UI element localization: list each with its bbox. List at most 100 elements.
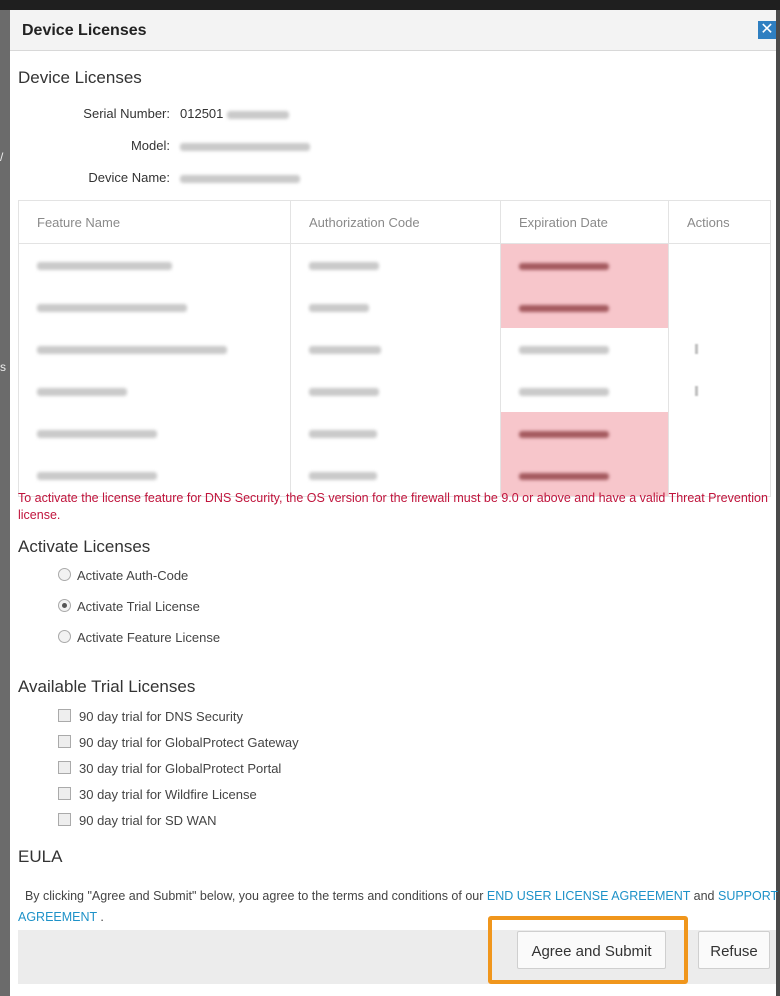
action-icon[interactable] bbox=[695, 343, 698, 354]
close-icon[interactable]: ✕ bbox=[758, 21, 776, 39]
table-row bbox=[18, 286, 771, 328]
background-top-bar bbox=[0, 0, 780, 10]
dns-security-warning: To activate the license feature for DNS … bbox=[18, 491, 768, 522]
radio-icon[interactable] bbox=[58, 568, 71, 581]
radio-selected-icon[interactable] bbox=[58, 599, 71, 612]
col-authorization-code[interactable]: Authorization Code bbox=[290, 200, 501, 244]
checkbox-label: 90 day trial for SD WAN bbox=[79, 813, 217, 828]
trial-globalprotect-gateway[interactable]: 90 day trial for GlobalProtect Gateway bbox=[58, 735, 299, 750]
serial-number-value: 012501 bbox=[180, 106, 290, 121]
model-row: Model: bbox=[10, 138, 710, 154]
expiration-cell bbox=[500, 328, 669, 370]
redacted-text bbox=[37, 304, 187, 313]
serial-number-text: 012501 bbox=[180, 106, 224, 121]
table-header-row: Feature Name Authorization Code Expirati… bbox=[18, 200, 771, 244]
checkbox-icon[interactable] bbox=[58, 787, 71, 800]
redacted-serial bbox=[227, 110, 290, 119]
checkbox-label: 30 day trial for GlobalProtect Portal bbox=[79, 761, 282, 776]
eula-text-before: By clicking "Agree and Submit" below, yo… bbox=[24, 889, 487, 903]
serial-number-row: Serial Number: 012501 bbox=[10, 106, 710, 122]
background-glyph: s bbox=[0, 360, 6, 374]
available-trial-licenses-heading: Available Trial Licenses bbox=[18, 677, 196, 696]
redacted-text bbox=[519, 346, 609, 355]
col-actions[interactable]: Actions bbox=[668, 200, 771, 244]
model-value bbox=[180, 138, 310, 153]
device-licenses-dialog: Device Licenses ✕ Device Licenses Serial… bbox=[10, 10, 778, 996]
redacted-model bbox=[180, 142, 310, 151]
redacted-text bbox=[309, 262, 379, 271]
radio-label: Activate Auth-Code bbox=[77, 568, 189, 583]
trial-dns-security[interactable]: 90 day trial for DNS Security bbox=[58, 709, 243, 724]
col-feature-name[interactable]: Feature Name bbox=[18, 200, 291, 244]
table-row bbox=[18, 243, 771, 286]
licenses-table: Feature Name Authorization Code Expirati… bbox=[18, 200, 771, 497]
actions-cell bbox=[668, 412, 771, 454]
radio-activate-auth-code[interactable]: Activate Auth-Code bbox=[58, 568, 188, 583]
checkbox-label: 90 day trial for DNS Security bbox=[79, 709, 244, 724]
dialog-titlebar: Device Licenses ✕ bbox=[10, 10, 776, 51]
model-label: Model: bbox=[130, 138, 170, 153]
redacted-text bbox=[519, 262, 609, 270]
action-icon[interactable] bbox=[695, 385, 698, 396]
activate-licenses-heading: Activate Licenses bbox=[18, 537, 151, 556]
checkbox-icon[interactable] bbox=[58, 813, 71, 826]
auth-code-cell bbox=[290, 286, 501, 328]
expiration-cell bbox=[500, 243, 669, 286]
actions-cell bbox=[668, 286, 771, 328]
radio-label: Activate Trial License bbox=[77, 599, 200, 614]
eula-heading: EULA bbox=[18, 847, 63, 866]
table-row bbox=[18, 370, 771, 412]
auth-code-cell bbox=[290, 412, 501, 454]
redacted-text bbox=[309, 388, 379, 397]
dialog-title: Device Licenses bbox=[22, 22, 147, 39]
trial-wildfire-license[interactable]: 30 day trial for Wildfire License bbox=[58, 787, 257, 802]
radio-activate-trial-license[interactable]: Activate Trial License bbox=[58, 599, 200, 614]
agree-and-submit-button[interactable]: Agree and Submit bbox=[517, 931, 666, 969]
col-expiration-date[interactable]: Expiration Date bbox=[500, 200, 669, 244]
feature-cell bbox=[18, 412, 291, 454]
actions-cell bbox=[668, 328, 771, 370]
eula-text-after: . bbox=[96, 910, 104, 924]
expiration-cell bbox=[500, 412, 669, 454]
redacted-text bbox=[309, 304, 369, 313]
redacted-text bbox=[519, 304, 609, 312]
background-left-edge: / s bbox=[0, 10, 10, 996]
expiration-cell bbox=[500, 286, 669, 328]
redacted-text bbox=[37, 472, 157, 481]
auth-code-cell bbox=[290, 328, 501, 370]
checkbox-label: 30 day trial for Wildfire License bbox=[79, 787, 257, 802]
feature-cell bbox=[18, 370, 291, 412]
device-name-label: Device Name: bbox=[88, 170, 170, 185]
radio-icon[interactable] bbox=[58, 630, 71, 643]
actions-cell bbox=[668, 370, 771, 412]
redacted-text bbox=[519, 472, 609, 480]
device-name-value bbox=[180, 170, 300, 185]
feature-cell bbox=[18, 328, 291, 370]
table-row bbox=[18, 412, 771, 454]
table-row bbox=[18, 328, 771, 370]
device-name-row: Device Name: bbox=[10, 170, 710, 186]
checkbox-icon[interactable] bbox=[58, 735, 71, 748]
trial-sd-wan[interactable]: 90 day trial for SD WAN bbox=[58, 813, 217, 828]
serial-number-label: Serial Number: bbox=[83, 106, 170, 121]
actions-cell bbox=[668, 243, 771, 286]
checkbox-icon[interactable] bbox=[58, 761, 71, 774]
refuse-button[interactable]: Refuse bbox=[698, 931, 770, 969]
feature-cell bbox=[18, 286, 291, 328]
radio-activate-feature-license[interactable]: Activate Feature License bbox=[58, 630, 220, 645]
auth-code-cell bbox=[290, 370, 501, 412]
redacted-text bbox=[519, 388, 609, 397]
checkbox-icon[interactable] bbox=[58, 709, 71, 722]
eula-text-mid: and bbox=[690, 889, 718, 903]
redacted-device-name bbox=[180, 174, 300, 183]
trial-globalprotect-portal[interactable]: 30 day trial for GlobalProtect Portal bbox=[58, 761, 281, 776]
background-glyph: / bbox=[0, 150, 4, 164]
auth-code-cell bbox=[290, 243, 501, 286]
feature-cell bbox=[18, 243, 291, 286]
expiration-cell bbox=[500, 370, 669, 412]
redacted-text bbox=[37, 346, 227, 355]
device-licenses-heading: Device Licenses bbox=[18, 68, 142, 87]
end-user-license-agreement-link[interactable]: END USER LICENSE AGREEMENT bbox=[487, 889, 690, 903]
redacted-text bbox=[519, 430, 609, 438]
redacted-text bbox=[309, 346, 381, 355]
